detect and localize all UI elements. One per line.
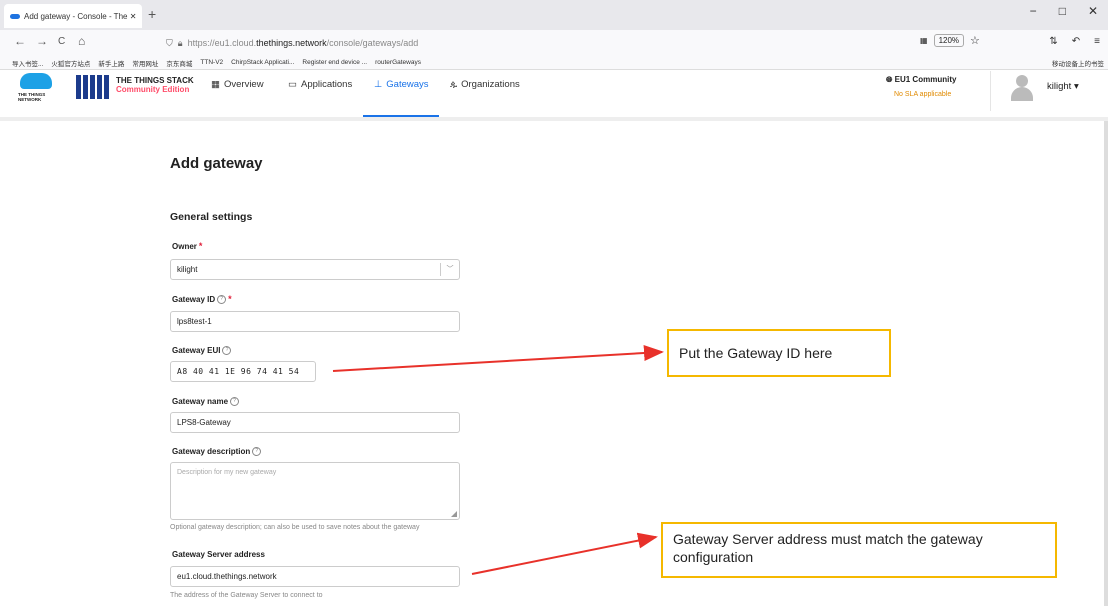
arrow-to-gateway-id-callout <box>332 345 664 372</box>
callout-gateway-id: Put the Gateway ID here <box>667 329 891 377</box>
annotation-arrows <box>332 345 664 575</box>
arrow-to-server-address-callout <box>471 532 658 575</box>
callout-server-address: Gateway Server address must match the ga… <box>661 522 1057 578</box>
